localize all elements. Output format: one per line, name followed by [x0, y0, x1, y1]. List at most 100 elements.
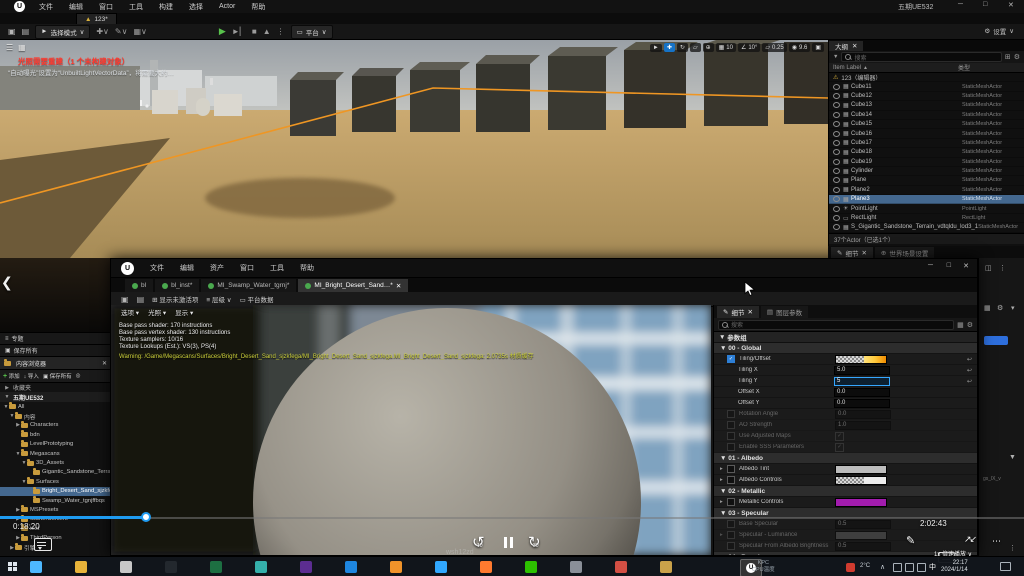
reset-to-default-icon[interactable]: ↩ [967, 378, 972, 385]
gear-icon[interactable]: ⚙ [1014, 53, 1020, 61]
stop-button[interactable]: ■ [252, 27, 257, 36]
taskbar-app-icon[interactable] [120, 561, 132, 573]
platform-dropdown[interactable]: ▭ 平台 ∨ [291, 25, 333, 39]
asset-tab[interactable]: MI_Swamp_Water_tgrnj* [201, 279, 296, 292]
source-control-button[interactable]: ▤ [22, 27, 30, 36]
color-swatch[interactable] [835, 465, 887, 474]
content-tree-item[interactable]: Gigantic_Sandstone_Terrain_vdlq [0, 468, 110, 477]
value-input[interactable]: 1.0 [835, 421, 891, 430]
scale-tool-button[interactable]: ▱ [690, 43, 701, 52]
outliner-row[interactable]: ▦S_Gigantic_Sandstone_Terrain_vdtqldu_lo… [829, 223, 1024, 232]
parameter-row[interactable]: ▸Albedo Tint [714, 464, 977, 475]
taskbar-app-icon[interactable] [525, 561, 537, 573]
start-button[interactable] [8, 562, 17, 571]
eye-icon[interactable] [833, 187, 840, 193]
override-checkbox[interactable] [727, 421, 735, 429]
menubar-item[interactable]: 构建 [151, 2, 181, 12]
platform-stats-button[interactable]: ▭ 平台数据 [240, 294, 274, 304]
taskbar-app-icon[interactable] [165, 561, 177, 573]
import-button[interactable]: ↓ 导入 [24, 372, 39, 380]
settings-dropdown[interactable]: ⚙ 设置 ∨ [984, 26, 1014, 36]
material-menubar-item[interactable]: 文件 [142, 263, 172, 273]
unreal-logo-icon[interactable]: U [14, 1, 25, 12]
close-icon[interactable]: ✕ [102, 360, 107, 367]
parameter-row[interactable]: Use Adjusted Maps✓ [714, 431, 977, 442]
asset-tab[interactable]: bl_inst* [155, 279, 199, 292]
outliner-row[interactable]: ▦Cube13StaticMeshActor [829, 101, 1024, 110]
content-tree-item[interactable]: LevelPrototyping [0, 440, 110, 449]
eye-icon[interactable] [833, 93, 840, 99]
outliner-row[interactable]: ▦Cube15StaticMeshActor [829, 120, 1024, 129]
material-menubar-item[interactable]: 工具 [262, 263, 292, 273]
override-checkbox[interactable] [727, 542, 735, 550]
grid-icon[interactable]: ▦ [957, 321, 964, 329]
close-icon[interactable]: ✕ [747, 308, 752, 316]
outliner-row[interactable]: ▦Cube16StaticMeshActor [829, 129, 1024, 138]
eye-icon[interactable] [833, 206, 840, 212]
rewind-button[interactable]: ↺10 [472, 536, 490, 556]
close-icon[interactable]: ✕ [861, 249, 866, 257]
parameter-row[interactable]: Enable SSS Parameters✓ [714, 442, 977, 453]
tab-outliner[interactable]: 大纲 ✕ [829, 41, 863, 51]
level-viewport[interactable]: ☰ ▦ ► ✚ ↻ ▱ ⊕ ▦10 ∠10° ▱0.25 ◉9.6 ▣ 光照需要… [0, 40, 828, 258]
tray-alert-icon[interactable] [846, 563, 855, 572]
parameter-category[interactable]: ▼ 参数组 [714, 332, 977, 343]
value-checkbox[interactable]: ✓ [835, 443, 844, 452]
value-input[interactable]: 0.0 [834, 399, 890, 408]
taskbar-app-icon[interactable] [660, 561, 672, 573]
override-checkbox[interactable] [727, 465, 735, 473]
outliner-row[interactable]: ▦Cube11StaticMeshActor [829, 82, 1024, 91]
parameter-row[interactable]: Tiling Y5↩ [714, 376, 977, 387]
parameter-row[interactable]: Tiling X5.0↩ [714, 365, 977, 376]
expander-icon[interactable]: ▸ [720, 477, 727, 483]
content-tree-item[interactable]: ▶MSPresets [0, 505, 110, 514]
menubar-item[interactable]: 选择 [181, 2, 211, 12]
system-clock[interactable]: 22:17 2024/1/14 [941, 560, 968, 574]
forward-button[interactable]: ↻30 [528, 536, 546, 556]
outliner-row[interactable]: ▦Cube18StaticMeshActor [829, 148, 1024, 157]
lighting-dropdown[interactable]: 光照 ▾ [148, 307, 166, 317]
tab-mi-details[interactable]: ✎ 细节 ✕ [717, 306, 759, 318]
override-checkbox[interactable] [727, 498, 735, 506]
show-dropdown[interactable]: 显示 ▾ [175, 307, 193, 317]
filter-dropdown-icon[interactable]: ▼ [833, 54, 838, 60]
outliner-row[interactable]: ▦Cube19StaticMeshActor [829, 158, 1024, 167]
settings-icon[interactable]: ◎ [76, 373, 81, 379]
panel-icon[interactable]: ◫ [985, 264, 992, 272]
outliner-row[interactable]: ▭RectLightRectLight [829, 214, 1024, 223]
options-dropdown[interactable]: 选项 ▾ [121, 307, 139, 317]
caret-right-icon[interactable]: ▶ [4, 385, 10, 391]
content-tree-item[interactable]: ▶引擎 [0, 543, 110, 552]
override-checkbox[interactable] [727, 410, 735, 418]
eye-icon[interactable] [833, 224, 840, 230]
eye-icon[interactable] [833, 102, 840, 108]
close-button[interactable]: ✕ [1008, 1, 1014, 9]
tray-expand-icon[interactable]: ∧ [880, 563, 885, 571]
outliner-row[interactable]: ▦CylinderStaticMeshActor [829, 167, 1024, 176]
override-checkbox[interactable]: ✓ [727, 355, 735, 363]
menubar-item[interactable]: 编辑 [61, 2, 91, 12]
tab-world-settings[interactable]: ⊕ 世界场景设置 [875, 247, 934, 258]
override-checkbox[interactable] [727, 531, 735, 539]
override-checkbox[interactable] [727, 432, 735, 440]
select-mode-dropdown[interactable]: ► 选择模式 ∨ [35, 25, 90, 39]
expander-icon[interactable]: ▸ [720, 499, 727, 505]
taskbar-app-icon[interactable] [480, 561, 492, 573]
maximize-viewport-button[interactable]: ▣ [812, 43, 824, 52]
video-progress-handle[interactable] [141, 512, 151, 522]
outliner-search-input[interactable]: 搜索 [841, 52, 1001, 62]
video-progress-track[interactable] [146, 517, 1024, 519]
content-tree-item[interactable]: ▼3D_Assets [0, 458, 110, 467]
value-input[interactable]: 0.5 [835, 520, 891, 529]
save-level-button[interactable]: ▣ [8, 27, 16, 36]
material-menubar-item[interactable]: 窗口 [232, 263, 262, 273]
close-button[interactable]: ✕ [963, 262, 969, 270]
tab-details[interactable]: ✎ 细节 ✕ [831, 247, 873, 258]
eye-icon[interactable] [833, 149, 840, 155]
texture-swatch[interactable] [835, 476, 887, 485]
eye-icon[interactable] [833, 215, 840, 221]
skip-button[interactable]: ►▏ [232, 27, 246, 36]
play-button[interactable]: ▶ [219, 26, 226, 37]
hamburger-icon[interactable]: ☰ [6, 43, 13, 52]
content-tree-item[interactable]: Swamp_Water_tgnjffbqs [0, 496, 110, 505]
